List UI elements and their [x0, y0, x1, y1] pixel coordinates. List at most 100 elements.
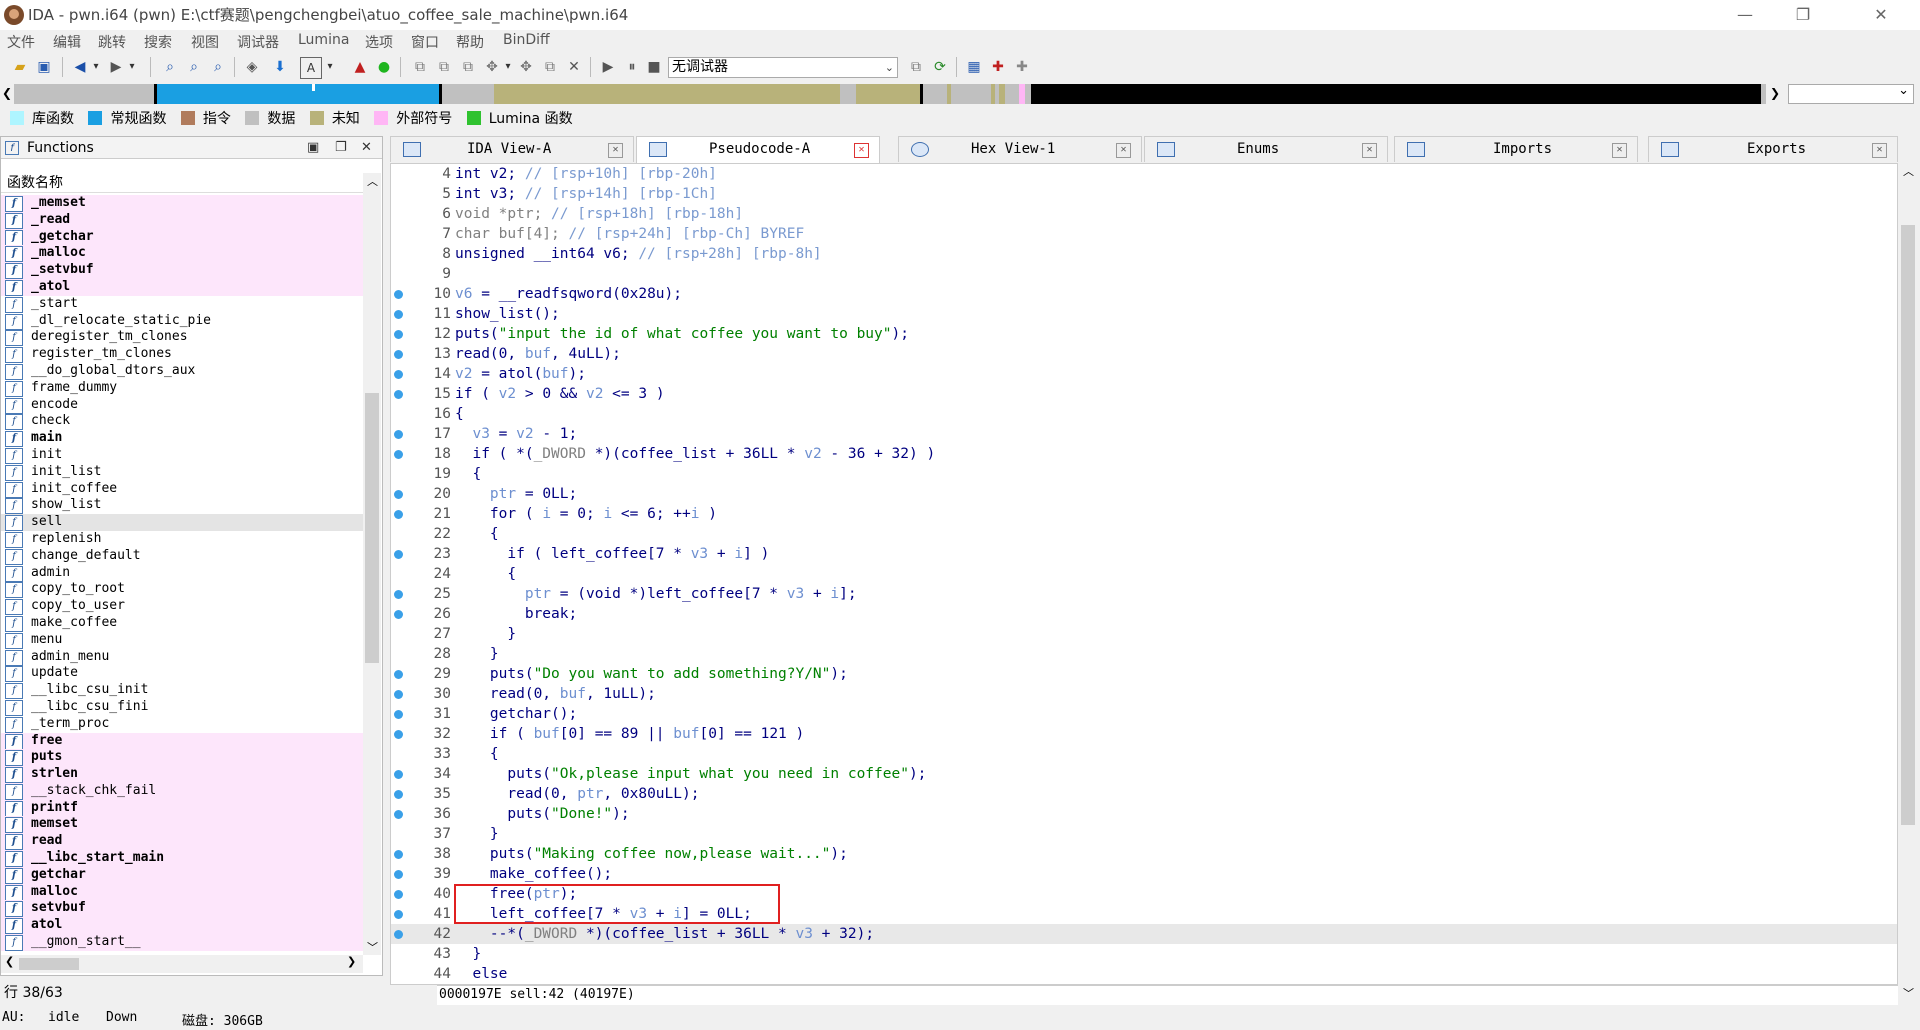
breakpoint-dot-icon[interactable]: [394, 850, 403, 859]
breakpoint-dot-icon[interactable]: [394, 670, 403, 679]
code-line[interactable]: 25 ptr = (void *)left_coffee[7 * v3 + i]…: [391, 584, 1897, 604]
debug-tool-2-icon[interactable]: ⧉: [434, 57, 454, 77]
function-list-item[interactable]: f getchar: [1, 866, 363, 884]
function-list-item[interactable]: f _term_proc: [1, 716, 363, 733]
panel-float-icon[interactable]: ❐: [335, 140, 347, 155]
breakpoint-dot-icon[interactable]: [394, 890, 403, 899]
code-line[interactable]: 5 int v3; // [rsp+14h] [rbp-1Ch]: [391, 184, 1897, 204]
breakpoint-dot-icon[interactable]: [394, 930, 403, 939]
nav-scroll-left-icon[interactable]: ❮: [2, 86, 12, 100]
function-list-item[interactable]: f memset: [1, 816, 363, 834]
nav-scroll-right-icon[interactable]: ❯: [1770, 86, 1780, 100]
start-debug-icon[interactable]: ▶: [598, 57, 618, 77]
text-mode-icon[interactable]: A: [300, 57, 322, 79]
function-list-item[interactable]: f puts: [1, 749, 363, 767]
code-line[interactable]: 27 }: [391, 624, 1897, 644]
function-list-item[interactable]: f frame_dummy: [1, 380, 363, 397]
code-line[interactable]: 4 int v2; // [rsp+10h] [rbp-20h]: [391, 164, 1897, 184]
scrollbar-thumb[interactable]: [1901, 225, 1915, 825]
debug-tool-6-icon[interactable]: ⧉: [540, 57, 560, 77]
function-list-item[interactable]: f _start: [1, 296, 363, 313]
menu-bindiff[interactable]: BinDiff: [503, 32, 550, 48]
code-line[interactable]: 15 if ( v2 > 0 && v2 <= 3 ): [391, 384, 1897, 404]
code-line[interactable]: 26 break;: [391, 604, 1897, 624]
code-line[interactable]: 14 v2 = atol(buf);: [391, 364, 1897, 384]
code-line[interactable]: 33 {: [391, 744, 1897, 764]
close-tab-icon[interactable]: ✕: [854, 143, 869, 158]
code-line[interactable]: 7 char buf[4]; // [rsp+24h] [rbp-Ch] BYRE…: [391, 224, 1897, 244]
breakpoint-dot-icon[interactable]: [394, 790, 403, 799]
function-list-item[interactable]: f _read: [1, 211, 363, 229]
function-list-item[interactable]: f __gmon_start__: [1, 934, 363, 952]
mark-icon[interactable]: ◈: [242, 57, 262, 77]
function-list-item[interactable]: f init_coffee: [1, 481, 363, 498]
delete-breakpoint-icon[interactable]: ✚: [1012, 57, 1032, 77]
code-line[interactable]: 18 if ( *(_DWORD *)(coffee_list + 36LL *…: [391, 444, 1897, 464]
close-tab-icon[interactable]: ✕: [1612, 143, 1627, 158]
debug-tool-dropdown-icon[interactable]: ▾: [498, 57, 518, 77]
close-button[interactable]: ✕: [1858, 0, 1904, 30]
function-list-item[interactable]: f __stack_chk_fail: [1, 782, 363, 800]
code-line[interactable]: 31 getchar();: [391, 704, 1897, 724]
forward-dropdown-icon[interactable]: ▾: [122, 57, 142, 77]
code-line[interactable]: 10 v6 = __readfsqword(0x28u);: [391, 284, 1897, 304]
menu-lumina[interactable]: Lumina: [298, 32, 349, 48]
debug-tool-1-icon[interactable]: ⧉: [410, 57, 430, 77]
breakpoint-dot-icon[interactable]: [394, 770, 403, 779]
breakpoint-dot-icon[interactable]: [394, 390, 403, 399]
code-line[interactable]: 36 puts("Done!");: [391, 804, 1897, 824]
search-binary-icon[interactable]: ⌕: [160, 57, 180, 77]
function-list-item[interactable]: f setvbuf: [1, 900, 363, 918]
breakpoint-dot-icon[interactable]: [394, 730, 403, 739]
debug-tool-5-icon[interactable]: ✥: [516, 57, 536, 77]
code-line[interactable]: 17 v3 = v2 - 1;: [391, 424, 1897, 444]
code-line[interactable]: 44 else: [391, 964, 1897, 984]
close-tab-icon[interactable]: ✕: [1872, 143, 1887, 158]
back-dropdown-icon[interactable]: ▾: [86, 57, 106, 77]
function-list-item[interactable]: f _memset: [1, 195, 363, 212]
scroll-up-icon[interactable]: ︿: [1903, 163, 1914, 179]
function-list-item[interactable]: f _setvbuf: [1, 262, 363, 280]
function-list-item[interactable]: f _getchar: [1, 228, 363, 246]
add-breakpoint-icon[interactable]: ✚: [988, 57, 1008, 77]
code-line[interactable]: 9: [391, 264, 1897, 284]
function-list-item[interactable]: f copy_to_root: [1, 581, 363, 599]
minimize-button[interactable]: —: [1722, 0, 1768, 30]
code-line[interactable]: 39 make_coffee();: [391, 864, 1897, 884]
menu-debugger[interactable]: 调试器: [237, 32, 279, 52]
search-text-icon[interactable]: ⌕: [184, 57, 204, 77]
function-list-item[interactable]: f __libc_start_main: [1, 850, 363, 868]
function-list-item[interactable]: f __do_global_dtors_aux: [1, 363, 363, 380]
run-circle-icon[interactable]: ●: [374, 57, 394, 77]
menu-options[interactable]: 选项: [365, 32, 393, 52]
function-list-item[interactable]: f printf: [1, 799, 363, 817]
functions-vertical-scrollbar[interactable]: ︿ ﹀: [363, 173, 381, 955]
code-line[interactable]: 35 read(0, ptr, 0x80uLL);: [391, 784, 1897, 804]
breakpoint-dot-icon[interactable]: [394, 590, 403, 599]
function-list-item[interactable]: f show_list: [1, 497, 363, 515]
scroll-right-icon[interactable]: ❯: [347, 955, 356, 968]
panel-restore-icon[interactable]: ▣: [307, 140, 319, 155]
breakpoint-dot-icon[interactable]: [394, 810, 403, 819]
tab-pseudocode-a[interactable]: Pseudocode-A ✕: [636, 136, 880, 163]
function-list-item[interactable]: f encode: [1, 397, 363, 414]
function-name-column-header[interactable]: 函数名称: [1, 173, 363, 193]
refresh-icon[interactable]: ⟳: [930, 57, 950, 77]
code-line[interactable]: 6 void *ptr; // [rsp+18h] [rbp-18h]: [391, 204, 1897, 224]
close-tab-icon[interactable]: ✕: [1116, 143, 1131, 158]
code-line[interactable]: 8 unsigned __int64 v6; // [rsp+28h] [rbp-…: [391, 244, 1897, 264]
function-list-item[interactable]: f _atol: [1, 278, 363, 296]
function-list-item[interactable]: f __libc_csu_init: [1, 682, 363, 700]
menu-search[interactable]: 搜索: [144, 32, 172, 52]
function-list-item[interactable]: f update: [1, 665, 363, 683]
scroll-down-icon[interactable]: ﹀: [367, 939, 378, 955]
scroll-down-icon[interactable]: ﹀: [1903, 985, 1914, 1001]
search-immediate-icon[interactable]: ⌕: [208, 57, 228, 77]
function-list-item[interactable]: f init_list: [1, 464, 363, 481]
functions-horizontal-scrollbar[interactable]: ❮ ❯: [1, 955, 363, 973]
code-line[interactable]: 11 show_list();: [391, 304, 1897, 324]
navigation-band[interactable]: [14, 84, 1766, 104]
function-list-item[interactable]: f strlen: [1, 766, 363, 784]
code-line[interactable]: 24 {: [391, 564, 1897, 584]
panel-close-icon[interactable]: ✕: [361, 140, 372, 155]
